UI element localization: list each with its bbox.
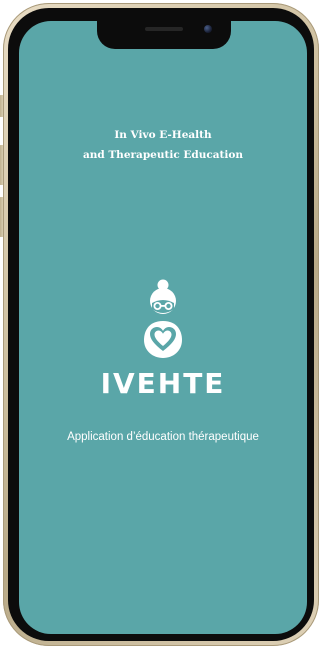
front-camera xyxy=(204,25,212,33)
splash-screen: In Vivo E-Health and Therapeutic Educati… xyxy=(19,21,307,634)
app-logo xyxy=(19,279,307,359)
headline-line-2: and Therapeutic Education xyxy=(82,149,244,161)
speaker-grille xyxy=(145,27,183,31)
volume-down-button xyxy=(0,197,3,237)
notch xyxy=(97,21,231,49)
app-headline: In Vivo E-Health and Therapeutic Educati… xyxy=(19,125,307,165)
headline-line-1: In Vivo E-Health xyxy=(114,129,212,141)
app-subtitle: Application d’éducation thérapeutique xyxy=(67,431,259,443)
brand-name: IVEHTE xyxy=(100,367,226,400)
volume-up-button xyxy=(0,145,3,185)
silent-switch xyxy=(0,95,3,117)
grandmother-with-heart-icon xyxy=(144,279,182,358)
